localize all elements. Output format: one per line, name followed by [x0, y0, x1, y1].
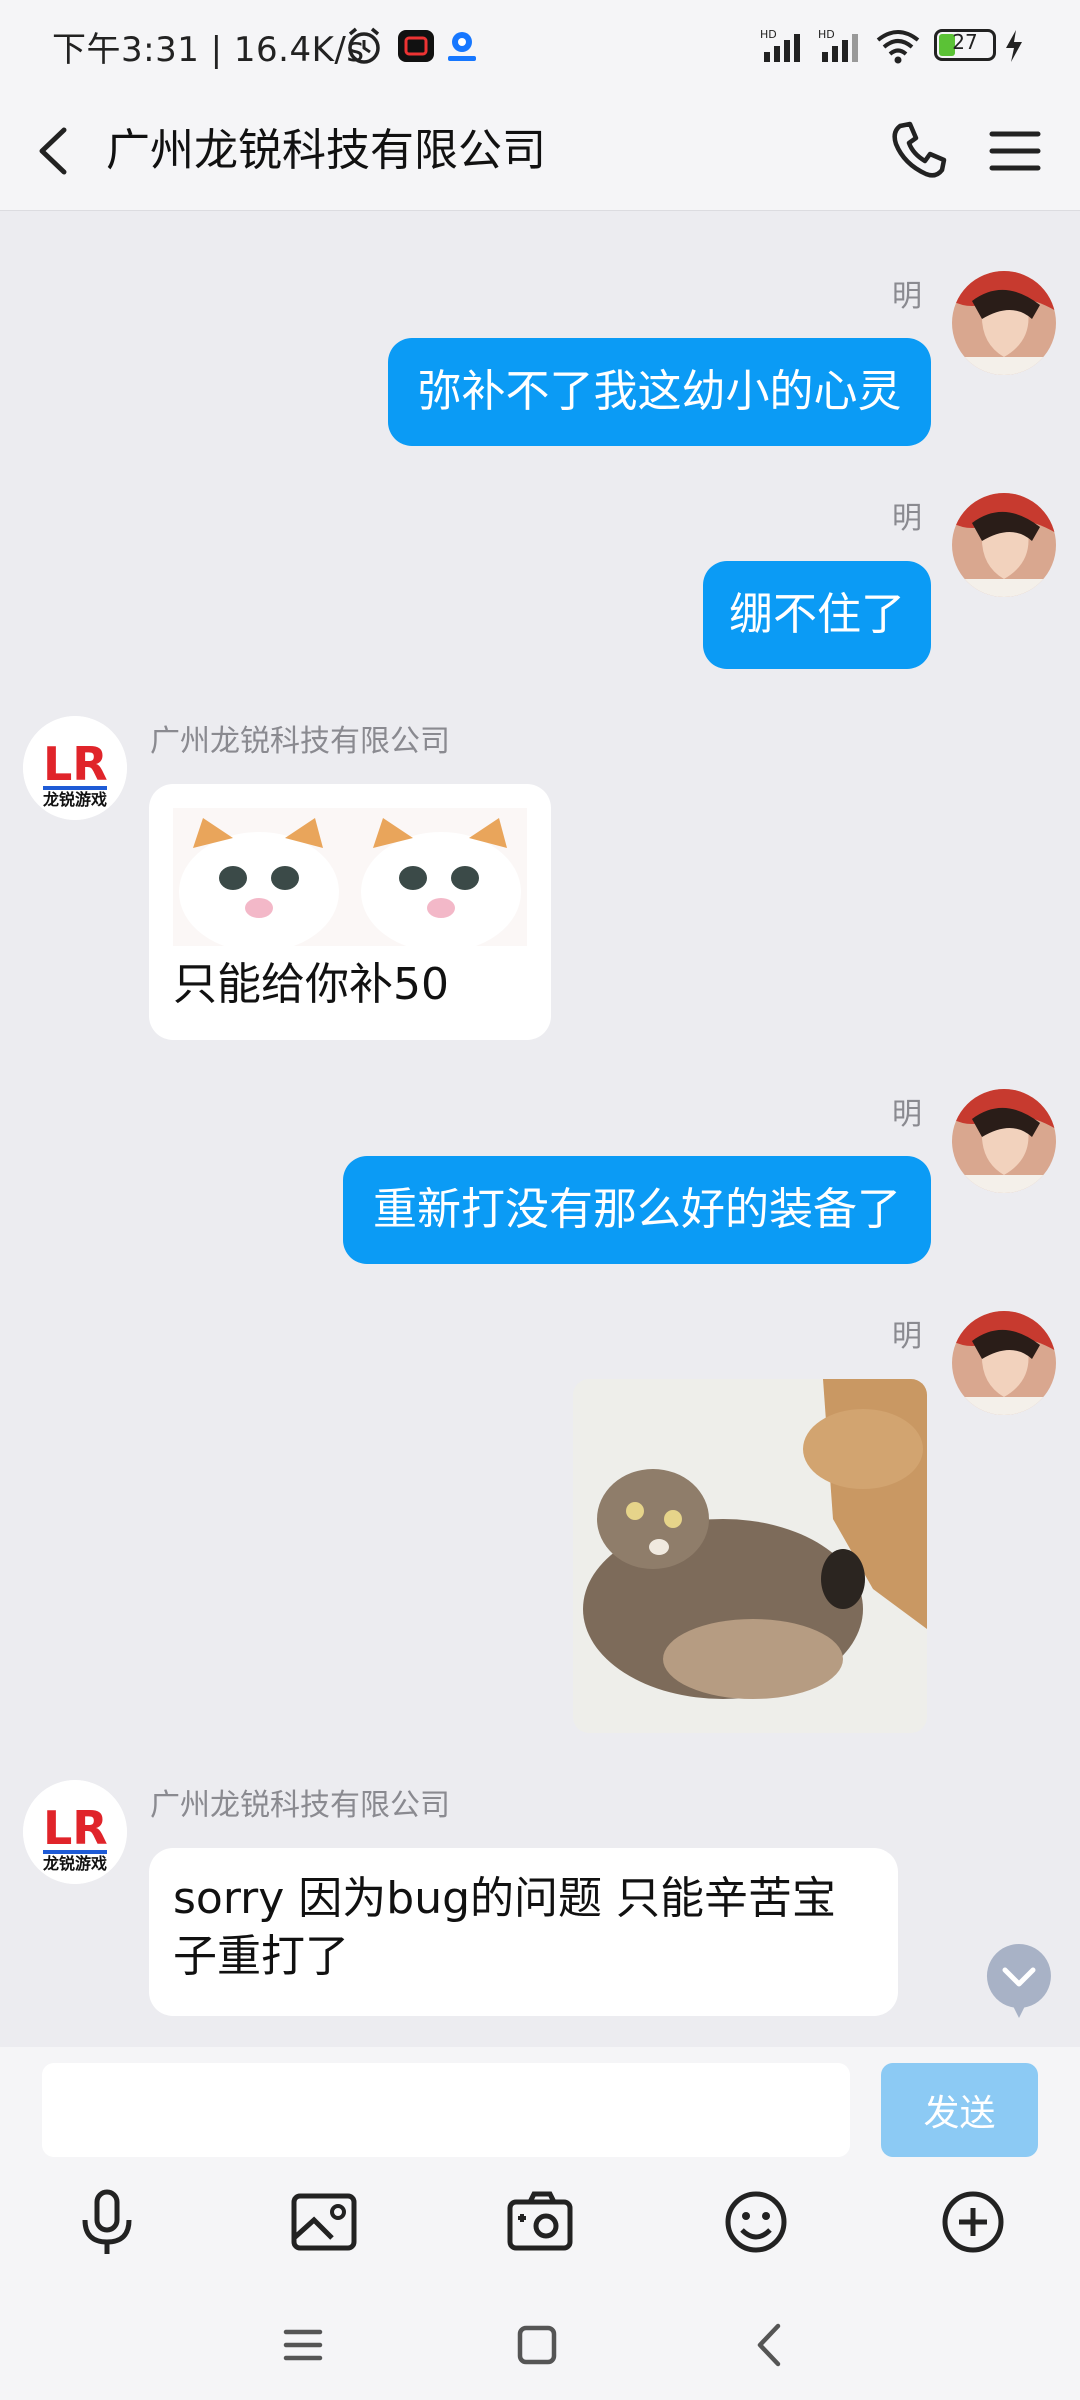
- scroll-to-bottom-icon[interactable]: [983, 1940, 1055, 2020]
- status-time-speed: 下午3:31 | 16.4K/s: [52, 30, 365, 70]
- company-avatar[interactable]: LR 龙锐游戏: [23, 1780, 127, 1884]
- user-avatar-image: [952, 271, 1056, 375]
- add-plus-icon[interactable]: [933, 2182, 1013, 2262]
- company-avatar[interactable]: LR 龙锐游戏: [23, 716, 127, 820]
- app-notification-icon: [398, 30, 434, 62]
- alarm-icon: [348, 27, 380, 64]
- user-avatar[interactable]: [952, 493, 1056, 597]
- message-input-bar: 发送: [0, 2047, 1080, 2158]
- my-message-bubble[interactable]: 弥补不了我这幼小的心灵: [388, 338, 931, 446]
- nav-back-icon[interactable]: [738, 2312, 804, 2378]
- my-message-bubble[interactable]: 重新打没有那么好的装备了: [343, 1156, 931, 1264]
- their-message-bubble[interactable]: sorry 因为bug的问题 只能辛苦宝子重打了: [149, 1848, 898, 2016]
- their-message-text: 只能给你补50: [173, 959, 449, 1010]
- image-gallery-icon[interactable]: [284, 2182, 364, 2262]
- logo-letter-l: LR: [43, 1801, 108, 1855]
- svg-text:HD: HD: [818, 28, 835, 41]
- svg-text:HD: HD: [760, 28, 777, 41]
- sender-name: 明: [892, 1319, 922, 1354]
- system-navigation-bar: [0, 2290, 1080, 2400]
- sender-name: 广州龙锐科技有限公司: [150, 1788, 450, 1823]
- send-button[interactable]: 发送: [881, 2063, 1038, 2157]
- message-input[interactable]: [42, 2063, 850, 2157]
- emoji-icon[interactable]: [716, 2182, 796, 2262]
- their-message-bubble[interactable]: 只能给你补50: [149, 784, 551, 1040]
- user-avatar[interactable]: [952, 1311, 1056, 1415]
- chat-toolbar: [0, 2158, 1080, 2290]
- back-icon[interactable]: [26, 116, 80, 186]
- wifi-icon: [876, 30, 920, 64]
- signal-icon-2: HD: [818, 28, 858, 62]
- chat-header: 广州龙锐科技有限公司: [0, 92, 1080, 211]
- sender-name: 明: [892, 501, 922, 536]
- camera-icon[interactable]: [500, 2182, 580, 2262]
- battery-level: 27: [952, 30, 978, 54]
- app-notification-icon-2: [448, 32, 476, 61]
- user-avatar-image: [952, 1311, 1056, 1415]
- logo-letter-l: LR: [43, 737, 108, 791]
- crying-cat-sticker: [173, 808, 527, 946]
- chat-message-list[interactable]: 明 弥补不了我这幼小的心灵 明 绷不住了 LR 龙锐游戏 广州龙锐科技有限公司 …: [0, 211, 1080, 2047]
- sender-name: 明: [892, 279, 922, 314]
- menu-icon[interactable]: [976, 112, 1054, 190]
- company-logo-subtitle: 龙锐游戏: [42, 790, 107, 809]
- user-avatar-image: [952, 493, 1056, 597]
- user-avatar[interactable]: [952, 271, 1056, 375]
- recent-apps-icon[interactable]: [270, 2312, 336, 2378]
- sender-name: 广州龙锐科技有限公司: [150, 724, 450, 759]
- cat-photo: [573, 1379, 927, 1733]
- battery-icon: 27: [934, 29, 996, 61]
- phone-call-icon[interactable]: [880, 112, 958, 190]
- user-avatar-image: [952, 1089, 1056, 1193]
- my-message-bubble[interactable]: 绷不住了: [703, 561, 931, 669]
- company-logo-subtitle: 龙锐游戏: [42, 1854, 107, 1873]
- chat-title: 广州龙锐科技有限公司: [106, 125, 546, 176]
- sender-name: 明: [892, 1097, 922, 1132]
- signal-icon: HD: [760, 28, 800, 62]
- home-icon[interactable]: [504, 2312, 570, 2378]
- status-bar: 下午3:31 | 16.4K/s HD HD 27: [0, 0, 1080, 92]
- microphone-icon[interactable]: [67, 2182, 147, 2262]
- image-message[interactable]: [573, 1379, 927, 1733]
- charging-icon: [1006, 30, 1022, 62]
- user-avatar[interactable]: [952, 1089, 1056, 1193]
